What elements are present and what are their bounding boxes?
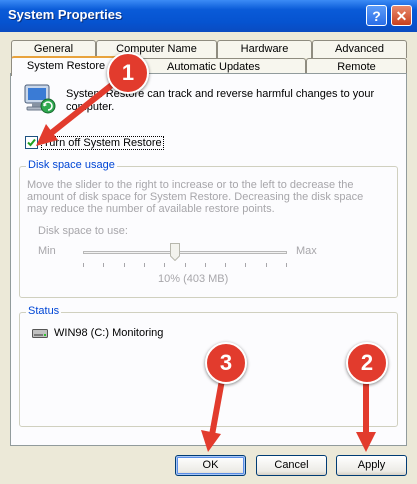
slider-tick (286, 263, 287, 267)
ok-button[interactable]: OK (175, 455, 246, 476)
slider-tick (124, 263, 125, 267)
tab-system-restore[interactable]: System Restore (11, 56, 121, 76)
slider-tick (225, 263, 226, 267)
slider-tick (205, 263, 206, 267)
slider-thumb[interactable] (169, 243, 180, 262)
disk-space-description: Move the slider to the right to increase… (27, 179, 364, 215)
hard-drive-icon (32, 329, 48, 338)
slider-tick (83, 263, 84, 267)
slider-tick (103, 263, 104, 267)
status-drive: WIN98 (C:) Monitoring (54, 327, 163, 339)
annotation-badge-2: 2 (346, 342, 388, 384)
slider-max-label: Max (296, 245, 317, 257)
turn-off-label[interactable]: Turn off System Restore (41, 136, 164, 150)
disk-space-slider[interactable] (83, 241, 287, 267)
slider-label: Disk space to use: (38, 225, 128, 237)
close-button[interactable]: ✕ (391, 5, 412, 26)
disk-space-group: Disk space usage Move the slider to the … (19, 159, 398, 298)
window-title: System Properties (8, 7, 123, 22)
system-restore-icon (24, 84, 56, 114)
drive-state: Monitoring (112, 327, 164, 339)
title-bar: System Properties ? ✕ (0, 0, 417, 32)
slider-tick (266, 263, 267, 267)
slider-tick (164, 263, 165, 267)
check-mark-icon (27, 138, 36, 147)
apply-button[interactable]: Apply (336, 455, 407, 476)
slider-tick (245, 263, 246, 267)
turn-off-checkbox[interactable] (25, 136, 38, 149)
system-restore-panel: System Restore can track and reverse har… (10, 73, 407, 446)
slider-tick (185, 263, 186, 267)
slider-ticks (83, 263, 287, 267)
slider-value-text: 10% (403 MB) (158, 273, 229, 285)
tab-hardware[interactable]: Hardware (217, 40, 312, 58)
slider-track (83, 251, 287, 254)
disk-space-group-label: Disk space usage (26, 159, 117, 171)
close-icon: ✕ (395, 8, 408, 24)
help-button[interactable]: ? (366, 5, 387, 26)
drive-name: WIN98 (C:) (54, 327, 109, 339)
annotation-badge-3: 3 (205, 342, 247, 384)
annotation-badge-1: 1 (107, 52, 149, 94)
cancel-button[interactable]: Cancel (256, 455, 327, 476)
slider-min-label: Min (38, 245, 56, 257)
tab-advanced[interactable]: Advanced (312, 40, 407, 58)
help-icon: ? (372, 8, 381, 24)
status-group-label: Status (26, 305, 62, 317)
intro-text: System Restore can track and reverse har… (66, 88, 375, 113)
slider-tick (144, 263, 145, 267)
